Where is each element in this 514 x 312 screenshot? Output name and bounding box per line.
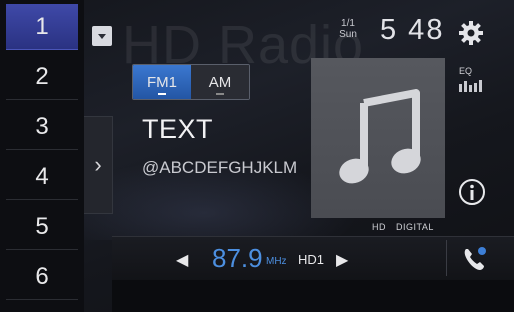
band-selector: FM1 AM (132, 64, 250, 100)
eq-label: EQ (459, 66, 473, 76)
band-indicator (158, 93, 166, 95)
gear-icon[interactable] (458, 20, 484, 46)
hd-channel-label: HD1 (298, 252, 325, 267)
preset-2-button[interactable]: 2 (6, 54, 78, 100)
phone-icon[interactable] (460, 244, 490, 274)
preset-4-button[interactable]: 4 (6, 154, 78, 200)
digital-badge: DIGITAL (396, 222, 434, 232)
art-badges: HD DIGITAL (372, 222, 434, 232)
preset-6-button[interactable]: 6 (6, 254, 78, 300)
band-fm1-label: FM1 (147, 73, 177, 91)
tune-up-button[interactable]: ▶ (336, 250, 348, 270)
preset-3-button[interactable]: 3 (6, 104, 78, 150)
divider (446, 240, 447, 276)
date-day: 1/1 (341, 18, 355, 29)
preset-list: 1 2 3 4 5 6 (0, 0, 84, 312)
expand-panel-button[interactable]: › (84, 116, 113, 214)
band-am-label: AM (208, 73, 232, 91)
frequency-unit: MHz (266, 256, 287, 267)
hd-badge: HD (372, 222, 386, 232)
song-title: TEXT (142, 114, 214, 144)
date-display: 1/1 Sun (334, 18, 362, 40)
music-note-icon (339, 89, 421, 184)
frequency-display: 87.9 (212, 243, 263, 273)
band-fm1-tab[interactable]: FM1 (133, 65, 191, 99)
band-indicator (216, 93, 224, 95)
artist-name: @ABCDEFGHJKLM (142, 158, 298, 177)
bottom-strip (112, 280, 514, 312)
band-am-tab[interactable]: AM (191, 65, 249, 99)
preset-1-button[interactable]: 1 (6, 4, 78, 50)
source-dropdown-button[interactable] (92, 26, 112, 46)
radio-screen: 1 2 3 4 5 6 › HD Radio FM1 AM TEXT @ABCD… (0, 0, 514, 312)
info-icon[interactable] (458, 178, 486, 206)
chevron-down-icon (98, 34, 106, 39)
album-art (311, 58, 445, 218)
eq-button[interactable]: EQ (459, 66, 489, 102)
preset-5-button[interactable]: 5 (6, 204, 78, 250)
eq-icon (459, 80, 482, 92)
date-weekday: Sun (339, 29, 357, 40)
tune-down-button[interactable]: ◀ (176, 250, 188, 270)
clock: 5 48 (380, 14, 445, 46)
